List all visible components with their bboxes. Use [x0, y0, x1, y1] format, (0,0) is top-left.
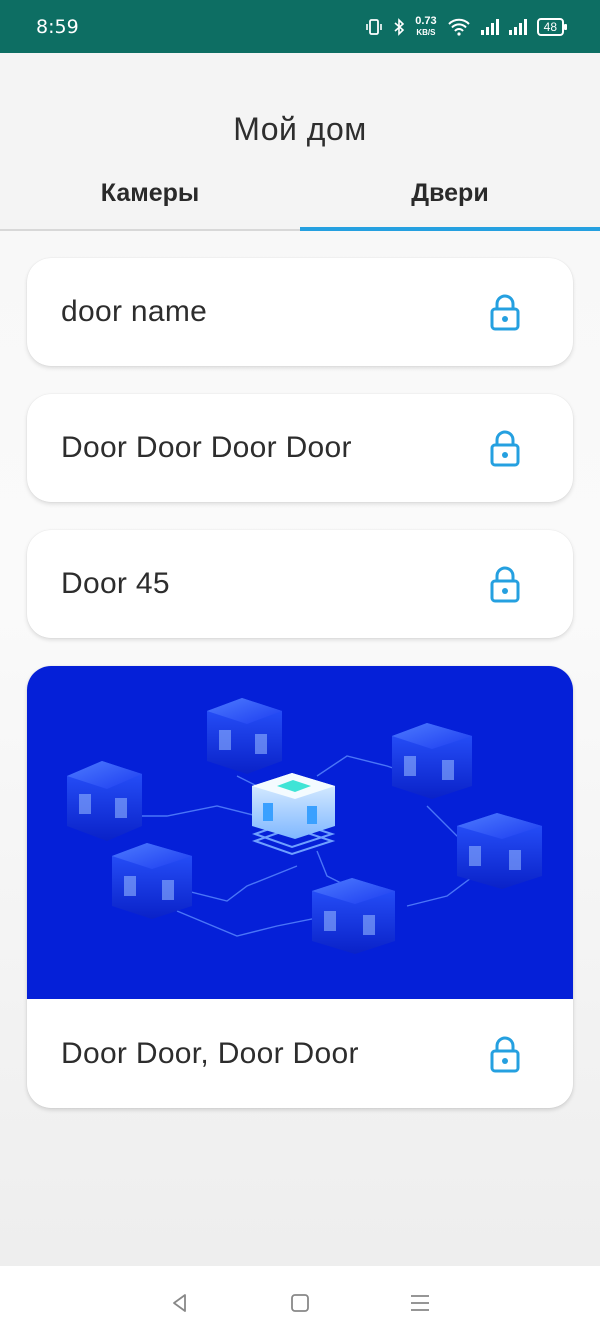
door-card-with-image[interactable]: Door Door, Door Door — [27, 666, 573, 1108]
wifi-icon — [447, 18, 470, 36]
back-icon — [173, 1294, 186, 1312]
app-header: Мой дом Камеры Двери — [0, 53, 600, 231]
status-time: 8:59 — [36, 15, 79, 38]
lock-icon[interactable] — [489, 565, 521, 603]
door-name: door name — [61, 295, 208, 328]
door-card[interactable]: door name — [27, 258, 573, 366]
home-icon — [291, 1294, 309, 1312]
lock-icon[interactable] — [489, 293, 521, 331]
speed-value: 0.73 — [415, 14, 437, 27]
tab-doors[interactable]: Двери — [300, 173, 600, 231]
status-icons: 0.73 KB/S 48 — [365, 14, 568, 38]
signal-icon-2 — [508, 18, 527, 35]
door-card[interactable]: Door Door Door Door — [27, 394, 573, 502]
page-title: Мой дом — [233, 111, 367, 147]
system-nav-bar — [0, 1266, 600, 1340]
battery-icon: 48 — [536, 17, 568, 36]
back-button[interactable] — [165, 1288, 195, 1318]
door-name: Door Door Door Door — [61, 431, 352, 464]
cube-6 — [312, 878, 395, 954]
lock-icon[interactable] — [489, 429, 521, 467]
cube-5 — [457, 813, 542, 889]
cube-3 — [392, 723, 472, 799]
signal-icon-1 — [480, 18, 499, 35]
speed-unit: KB/S — [416, 27, 436, 37]
image-card-footer: Door Door, Door Door — [27, 999, 573, 1108]
cube-1 — [67, 761, 142, 841]
menu-icon — [411, 1295, 429, 1311]
network-illustration-svg — [67, 698, 542, 954]
cube-4 — [112, 843, 192, 919]
lock-icon[interactable] — [489, 1035, 521, 1073]
door-name: Door 45 — [61, 567, 170, 600]
door-list: door name Door Door Door Door Door 45 Do… — [27, 258, 573, 1108]
hub-device — [251, 773, 336, 856]
status-bar: 8:59 0.73 KB/S 48 — [0, 0, 600, 53]
door-name: Door Door, Door Door — [61, 1036, 359, 1070]
tab-bar: Камеры Двери — [0, 173, 600, 231]
door-card[interactable]: Door 45 — [27, 530, 573, 638]
network-speed: 0.73 KB/S — [415, 14, 437, 38]
network-illustration — [27, 666, 573, 999]
bluetooth-icon — [394, 17, 405, 36]
menu-button[interactable] — [405, 1288, 435, 1318]
tab-cameras[interactable]: Камеры — [0, 173, 300, 229]
cube-2 — [207, 698, 282, 774]
vibrate-icon — [366, 18, 383, 35]
home-button[interactable] — [285, 1288, 315, 1318]
